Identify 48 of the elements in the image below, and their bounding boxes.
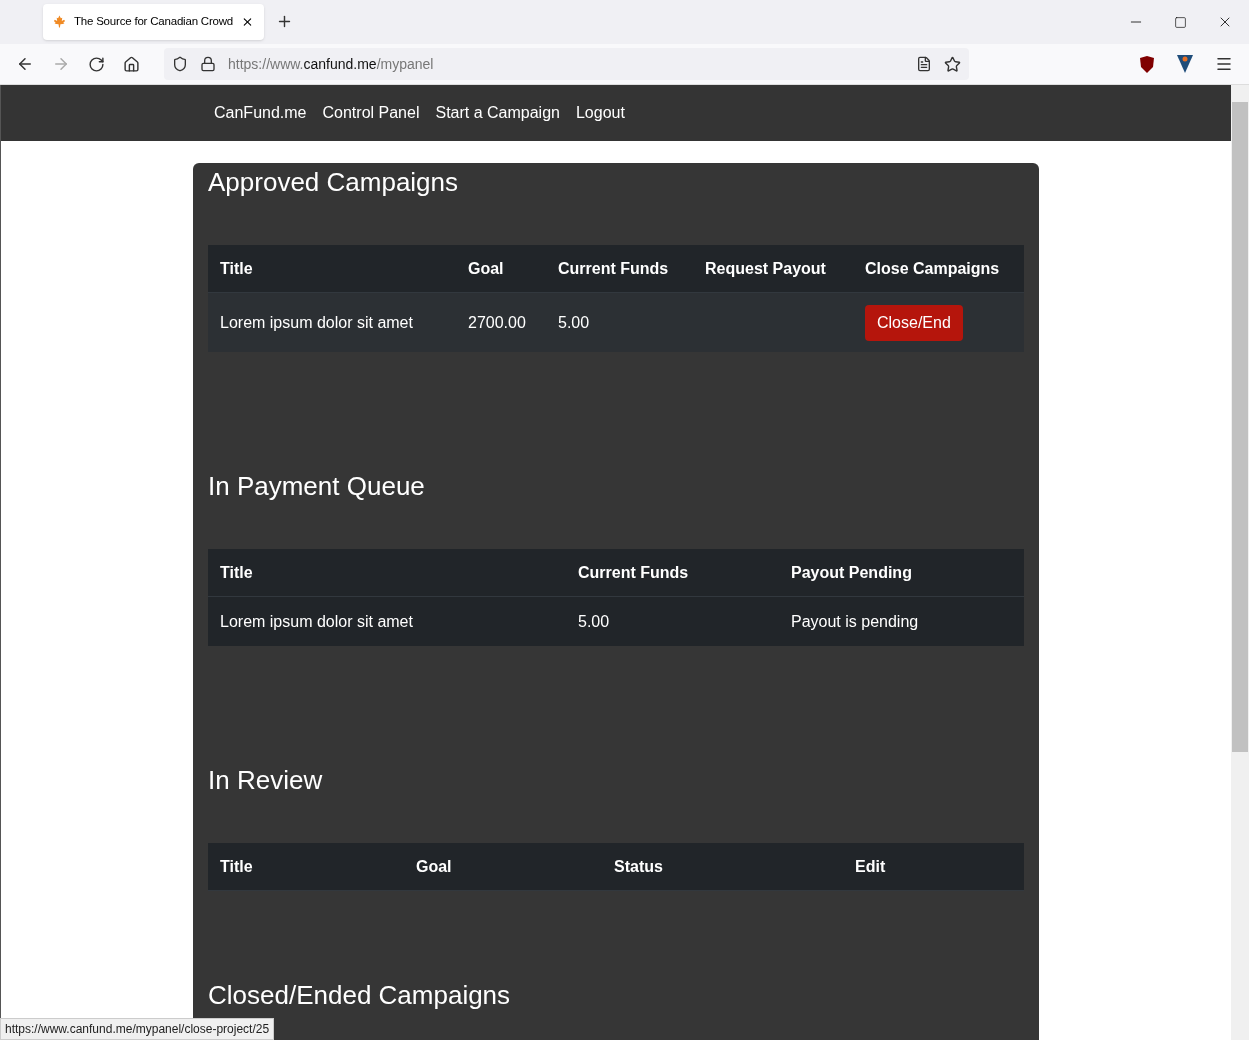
url-text: https://www.canfund.me/mypanel [228,54,434,74]
column-header: Edit [855,856,886,877]
section-heading: Approved Campaigns [208,166,459,198]
column-header: Close Campaigns [865,258,1000,279]
table-cell-text: Lorem ipsum dolor sit amet [220,312,413,333]
section-heading: Closed/Ended Campaigns [208,979,511,1011]
section-heading: In Payment Queue [208,470,425,502]
section-heading: In Review [208,764,323,796]
column-header: Status [614,856,663,877]
menu-icon[interactable] [1215,55,1233,73]
scrollbar[interactable] [1231,85,1249,1040]
column-header: Title [220,856,253,877]
address-bar[interactable]: https://www.canfund.me/mypanel [164,48,969,80]
shield-icon [172,56,188,72]
nav-link[interactable]: Control Panel [322,101,420,125]
reader-view-icon[interactable] [916,56,932,72]
back-icon[interactable] [16,55,34,73]
column-header: Title [220,562,253,583]
close-icon[interactable] [241,15,254,29]
maple-leaf-icon [53,15,66,29]
home-icon[interactable] [123,55,140,73]
nav-link[interactable]: Logout [575,101,625,125]
nav-link[interactable]: Start a Campaign [435,101,560,125]
column-header: Payout Pending [791,562,912,583]
column-header: Goal [416,856,452,877]
nav-link[interactable]: CanFund.me [214,101,307,125]
table-cell-text: Payout is pending [791,611,919,632]
column-header: Current Funds [558,258,669,279]
bookmark-star-icon[interactable] [944,55,961,73]
column-header: Request Payout [705,258,826,279]
browser-tab[interactable]: The Source for Canadian Crowd [43,4,264,40]
reload-icon[interactable] [88,55,105,73]
close-end-button[interactable]: Close/End [865,304,963,341]
scrollbar-thumb[interactable] [1232,102,1248,752]
table-cell-text: Lorem ipsum dolor sit amet [220,611,413,632]
column-header: Goal [468,258,504,279]
v-logo-icon[interactable] [1177,55,1193,73]
column-header: Title [220,258,253,279]
shield-extension-icon[interactable] [1139,55,1155,73]
maximize-icon[interactable] [1174,15,1187,29]
status-link-tooltip: https://www.canfund.me/mypanel/close-project/25 [0,1018,275,1040]
tab-title: The Source for Canadian Crowd [73,14,234,30]
column-header: Current Funds [578,562,689,583]
lock-icon [200,56,216,72]
table-cell-text: 5.00 [578,611,610,632]
table-cell-text: 2700.00 [468,312,526,333]
table-cell-text: 5.00 [558,312,590,333]
new-tab-icon[interactable] [276,13,293,30]
